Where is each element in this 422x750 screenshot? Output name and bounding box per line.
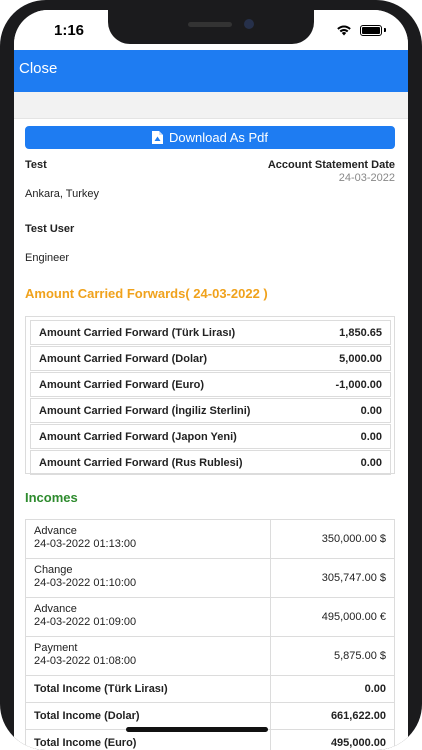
income-desc: Advance 24-03-2022 01:13:00 (26, 520, 271, 558)
table-row: Amount Carried Forward (Euro) -1,000.00 (30, 372, 391, 397)
nav-bar: Close (14, 50, 408, 92)
carried-forwards-title: Amount Carried Forwards( 24-03-2022 ) (25, 286, 268, 301)
total-row: Total Income (Türk Lirası) 0.00 (26, 676, 394, 703)
statement-date: 24-03-2022 (338, 172, 395, 184)
user-name: Test User (25, 223, 75, 235)
carried-label: Amount Carried Forward (Türk Lirası) (39, 326, 236, 339)
status-bar: 1:16 (14, 10, 408, 50)
company-city: Ankara, Turkey (25, 188, 99, 200)
income-desc: Payment 24-03-2022 01:08:00 (26, 637, 271, 675)
income-desc: Advance 24-03-2022 01:09:00 (26, 598, 271, 636)
income-type: Payment (34, 642, 78, 654)
table-row: Amount Carried Forward (Türk Lirası) 1,8… (30, 320, 391, 345)
income-amount: 305,747.00 $ (321, 572, 386, 584)
income-datetime: 24-03-2022 01:13:00 (34, 538, 137, 550)
download-pdf-label: Download As Pdf (168, 130, 268, 145)
close-button[interactable]: Close (19, 60, 57, 77)
carried-value: 0.00 (360, 430, 382, 443)
table-row: Amount Carried Forward (Rus Rublesi) 0.0… (30, 450, 391, 475)
status-icons (336, 24, 386, 36)
statement-date-label: Account Statement Date (267, 159, 395, 171)
table-row: Advance 24-03-2022 01:09:00 495,000.00 € (26, 598, 394, 637)
carried-value: 0.00 (360, 456, 382, 469)
home-indicator[interactable] (126, 727, 268, 732)
table-row: Change 24-03-2022 01:10:00 305,747.00 $ (26, 559, 394, 598)
table-row: Payment 24-03-2022 01:08:00 5,875.00 $ (26, 637, 394, 676)
company-name: Test (25, 159, 47, 171)
table-row: Amount Carried Forward (İngiliz Sterlini… (30, 398, 391, 423)
statement-content[interactable]: Download As Pdf Test Account Statement D… (14, 118, 408, 750)
incomes-title: Incomes (25, 490, 78, 505)
carried-forwards-table: Amount Carried Forward (Türk Lirası) 1,8… (25, 316, 395, 475)
battery-tip (384, 28, 386, 32)
table-row: Amount Carried Forward (Japon Yeni) 0.00 (30, 424, 391, 449)
income-type: Advance (34, 603, 77, 615)
incomes-table: Advance 24-03-2022 01:13:00 350,000.00 $… (25, 519, 395, 750)
income-datetime: 24-03-2022 01:09:00 (34, 616, 137, 628)
wifi-icon (337, 25, 351, 36)
total-row: Total Income (Euro) 495,000.00 (26, 730, 394, 750)
income-datetime: 24-03-2022 01:10:00 (34, 577, 137, 589)
total-value: 495,000.00 (330, 737, 386, 749)
income-datetime: 24-03-2022 01:08:00 (34, 655, 137, 667)
carried-label: Amount Carried Forward (Dolar) (39, 352, 208, 365)
income-amount: 495,000.00 € (321, 611, 386, 623)
carried-label: Amount Carried Forward (Euro) (39, 378, 205, 391)
income-amount: 5,875.00 $ (334, 650, 386, 662)
total-label: Total Income (Euro) (26, 730, 271, 750)
phone-frame: 1:16 Close Download As Pdf Test Account … (0, 0, 422, 750)
total-row: Total Income (Dolar) 661,622.00 (26, 703, 394, 730)
pdf-file-icon (151, 131, 163, 144)
sub-bar (14, 92, 408, 119)
total-value: 661,622.00 (330, 710, 386, 722)
status-time: 1:16 (54, 22, 85, 39)
income-type: Change (34, 564, 73, 576)
carried-label: Amount Carried Forward (Japon Yeni) (39, 430, 237, 443)
table-row: Amount Carried Forward (Dolar) 5,000.00 (30, 346, 391, 371)
download-pdf-button[interactable]: Download As Pdf (25, 126, 395, 149)
carried-value: -1,000.00 (335, 378, 382, 391)
carried-value: 5,000.00 (339, 352, 382, 365)
carried-value: 0.00 (360, 404, 382, 417)
total-label: Total Income (Türk Lirası) (26, 676, 271, 702)
screen: 1:16 Close Download As Pdf Test Account … (14, 10, 408, 750)
total-value: 0.00 (364, 683, 386, 695)
income-type: Advance (34, 525, 77, 537)
carried-label: Amount Carried Forward (İngiliz Sterlini… (39, 404, 251, 417)
table-row: Advance 24-03-2022 01:13:00 350,000.00 $ (26, 520, 394, 559)
income-amount: 350,000.00 $ (321, 533, 386, 545)
speaker-icon (188, 22, 232, 27)
user-title: Engineer (25, 252, 70, 264)
camera-icon (244, 19, 254, 29)
income-desc: Change 24-03-2022 01:10:00 (26, 559, 271, 597)
carried-value: 1,850.65 (339, 326, 382, 339)
notch (108, 10, 314, 44)
carried-label: Amount Carried Forward (Rus Rublesi) (39, 456, 243, 469)
battery-icon (360, 24, 382, 36)
total-label: Total Income (Dolar) (26, 703, 271, 729)
